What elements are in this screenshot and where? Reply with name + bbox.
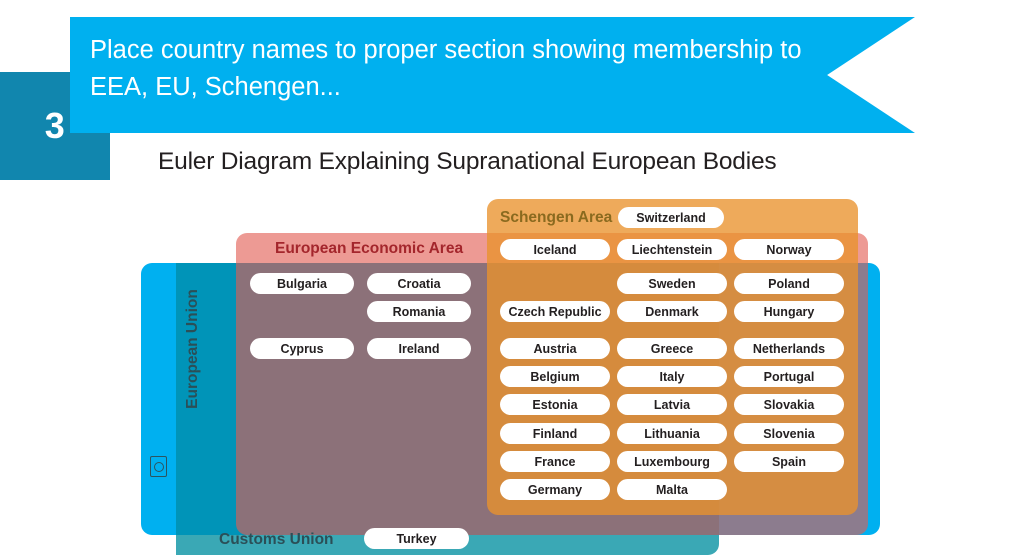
pill-norway[interactable]: Norway [734, 239, 844, 260]
pill-austria[interactable]: Austria [500, 338, 610, 359]
pill-hungary[interactable]: Hungary [734, 301, 844, 322]
pill-netherlands[interactable]: Netherlands [734, 338, 844, 359]
slide-canvas: 3 Place country names to proper section … [0, 0, 1024, 555]
pill-lithuania[interactable]: Lithuania [617, 423, 727, 444]
pill-iceland[interactable]: Iceland [500, 239, 610, 260]
pill-france[interactable]: France [500, 451, 610, 472]
pill-italy[interactable]: Italy [617, 366, 727, 387]
pill-switzerland[interactable]: Switzerland [618, 207, 724, 228]
pill-poland[interactable]: Poland [734, 273, 844, 294]
pill-greece[interactable]: Greece [617, 338, 727, 359]
pill-germany[interactable]: Germany [500, 479, 610, 500]
pill-portugal[interactable]: Portugal [734, 366, 844, 387]
pill-slovakia[interactable]: Slovakia [734, 394, 844, 415]
pill-sweden[interactable]: Sweden [617, 273, 727, 294]
label-european-union: European Union [184, 289, 201, 409]
page-title: Euler Diagram Explaining Supranational E… [158, 148, 777, 175]
pill-turkey[interactable]: Turkey [364, 528, 469, 549]
pill-spain[interactable]: Spain [734, 451, 844, 472]
pill-croatia[interactable]: Croatia [367, 273, 471, 294]
pill-belgium[interactable]: Belgium [500, 366, 610, 387]
pill-cyprus[interactable]: Cyprus [250, 338, 354, 359]
pill-romania[interactable]: Romania [367, 301, 471, 322]
instruction-text: Place country names to proper section sh… [90, 36, 802, 101]
pill-malta[interactable]: Malta [617, 479, 727, 500]
pill-slovenia[interactable]: Slovenia [734, 423, 844, 444]
pill-estonia[interactable]: Estonia [500, 394, 610, 415]
pill-ireland[interactable]: Ireland [367, 338, 471, 359]
picture-placeholder-icon [150, 456, 167, 477]
pill-liechtenstein[interactable]: Liechtenstein [617, 239, 727, 260]
pill-finland[interactable]: Finland [500, 423, 610, 444]
label-european-economic-area: European Economic Area [275, 240, 464, 257]
pill-bulgaria[interactable]: Bulgaria [250, 273, 354, 294]
pill-czech-republic[interactable]: Czech Republic [500, 301, 610, 322]
pill-latvia[interactable]: Latvia [617, 394, 727, 415]
pill-denmark[interactable]: Denmark [617, 301, 727, 322]
pill-luxembourg[interactable]: Luxembourg [617, 451, 727, 472]
label-customs-union: Customs Union [219, 531, 334, 548]
label-schengen-area: Schengen Area [500, 209, 613, 226]
